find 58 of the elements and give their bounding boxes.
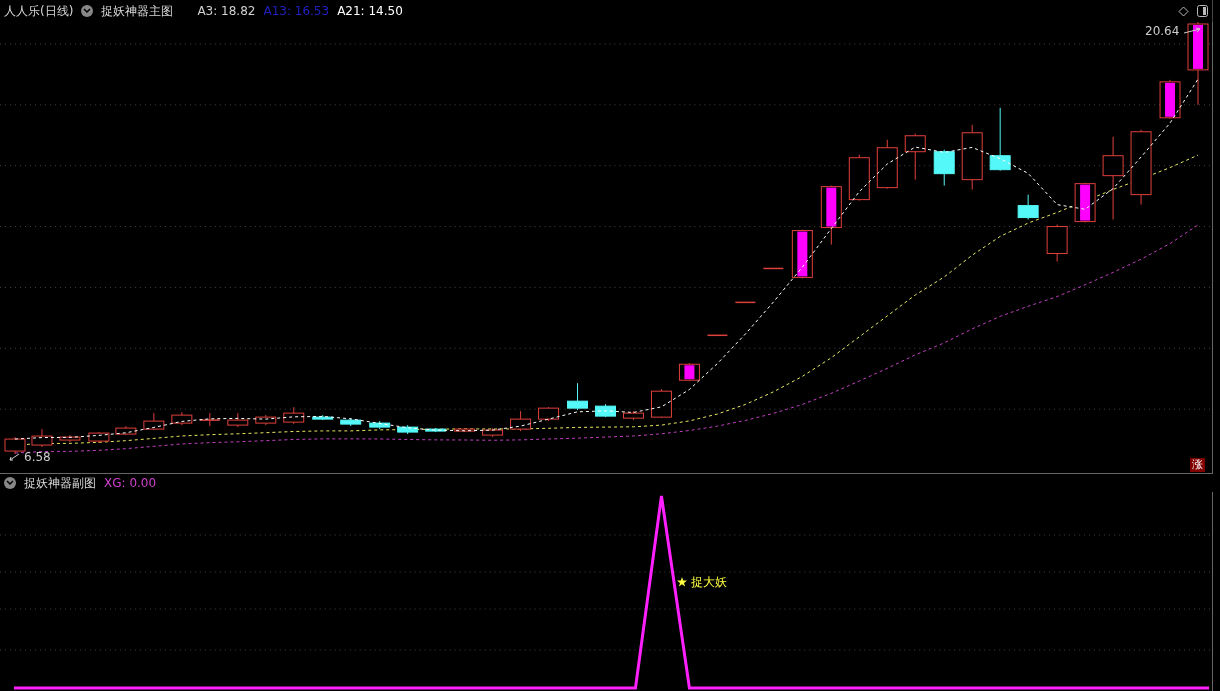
dropdown-icon[interactable] xyxy=(4,477,16,489)
candlestick xyxy=(538,406,560,422)
candlestick xyxy=(510,410,532,432)
candlestick xyxy=(706,334,729,337)
candlestick xyxy=(227,412,249,428)
candlestick xyxy=(623,410,644,421)
candlestick xyxy=(59,434,81,443)
candlestick xyxy=(255,414,277,426)
candlestick xyxy=(820,185,842,245)
star-icon xyxy=(677,577,687,587)
candlestick xyxy=(482,427,504,438)
candlestick xyxy=(876,139,898,190)
candlestick xyxy=(1074,182,1096,224)
indicator-value: A13: 16.53 xyxy=(263,3,330,20)
candlestick xyxy=(199,412,221,427)
panel-toggle-icon[interactable] xyxy=(1197,5,1208,17)
candlestick xyxy=(1017,194,1039,221)
candlestick xyxy=(595,403,616,418)
candlestick xyxy=(397,424,419,435)
candlestick xyxy=(143,412,165,431)
candlestick xyxy=(171,411,193,426)
candlestick xyxy=(425,427,447,433)
candlestick xyxy=(791,229,813,279)
candlestick xyxy=(283,406,305,425)
candlestick xyxy=(1046,224,1068,262)
indicator-value: A21: 14.50 xyxy=(337,3,403,20)
rise-badge: 涨 xyxy=(1190,458,1205,472)
candlestick xyxy=(734,301,757,304)
candlestick xyxy=(678,362,700,382)
indicator-value: XG: 0.00 xyxy=(104,475,157,492)
candlestick xyxy=(567,382,588,411)
candlestick xyxy=(961,124,983,191)
candlestick xyxy=(88,431,110,444)
dropdown-icon[interactable] xyxy=(81,5,94,17)
signal-label: 捉大妖 xyxy=(691,574,727,591)
candlestick xyxy=(904,133,926,181)
arrow-icon xyxy=(1183,27,1202,35)
arrow-icon xyxy=(8,453,20,461)
candlestick xyxy=(933,149,955,187)
candlestick xyxy=(31,428,53,448)
candlestick xyxy=(340,417,362,427)
candlestick xyxy=(762,267,785,270)
candlestick xyxy=(989,107,1011,172)
candlestick xyxy=(312,414,334,421)
high-price-label: 20.64 xyxy=(1145,23,1180,40)
indicator-title: 捉妖神器副图 xyxy=(24,475,96,492)
indicator-title: 捉妖神器主图 xyxy=(101,3,174,20)
stock-title: 人人乐(日线) xyxy=(4,3,74,20)
diamond-icon[interactable] xyxy=(1178,5,1189,17)
candlestick xyxy=(848,154,870,202)
indicator-value: A3: 18.82 xyxy=(197,3,256,20)
candlestick xyxy=(650,388,672,419)
candlestick xyxy=(454,427,476,433)
candlestick xyxy=(369,420,391,430)
candlestick xyxy=(1159,79,1181,120)
candlestick xyxy=(4,436,26,455)
low-price-label: 6.58 xyxy=(24,449,51,466)
candlestick xyxy=(115,425,137,436)
